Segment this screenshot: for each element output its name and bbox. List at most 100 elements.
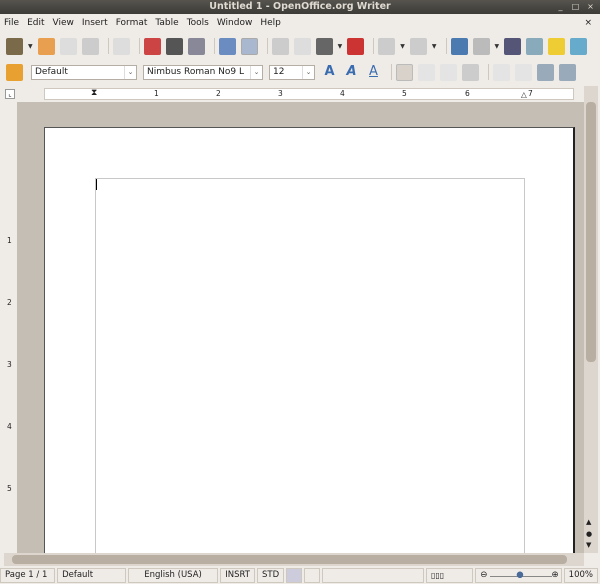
menu-view[interactable]: View xyxy=(53,18,74,28)
table-icon[interactable] xyxy=(472,37,490,55)
hyperlink-icon[interactable] xyxy=(450,37,468,55)
insert-mode[interactable]: INSRT xyxy=(220,568,255,583)
window-title: Untitled 1 - OpenOffice.org Writer xyxy=(209,1,391,12)
zoom-slider[interactable]: ⊖ ● ⊕ xyxy=(475,568,562,583)
maximize-button[interactable]: □ xyxy=(570,2,581,12)
tab-stop-selector[interactable]: ⌞ xyxy=(5,89,15,99)
digital-signature[interactable] xyxy=(304,568,320,583)
show-draw-functions-icon[interactable] xyxy=(504,37,522,55)
menu-table[interactable]: Table xyxy=(155,18,178,28)
menu-format[interactable]: Format xyxy=(116,18,148,28)
ruler-number: 7 xyxy=(528,89,533,98)
styles-formatting-icon[interactable] xyxy=(6,63,23,81)
language[interactable]: English (USA) xyxy=(127,568,219,583)
menu-edit[interactable]: Edit xyxy=(27,18,44,28)
justify-icon[interactable] xyxy=(462,63,479,81)
scrollbar-thumb[interactable] xyxy=(586,102,596,362)
document-modified-icon[interactable] xyxy=(286,568,302,583)
zoom-level[interactable]: 100% xyxy=(563,568,598,583)
right-indent-marker-icon[interactable]: △ xyxy=(521,90,527,99)
undo-dropdown-icon[interactable]: ▼ xyxy=(400,43,405,50)
view-layout-icon[interactable]: ▯▯▯ xyxy=(426,568,474,583)
object-info xyxy=(321,568,424,583)
separator xyxy=(373,38,375,54)
text-boundaries[interactable] xyxy=(95,178,525,553)
standard-toolbar: ▼ ▼ ▼ ▼ ▼ xyxy=(0,35,600,57)
navigation-icon[interactable]: ● xyxy=(586,530,592,538)
export-pdf-icon[interactable] xyxy=(143,37,161,55)
paragraph-style-combo[interactable]: Default ⌄ xyxy=(31,64,137,80)
print-icon[interactable] xyxy=(165,37,183,55)
status-bar: Page 1 / 1 Default English (USA) INSRT S… xyxy=(0,567,600,584)
ruler-number: 1 xyxy=(7,236,12,245)
page-indicator: Page 1 / 1 xyxy=(0,568,56,583)
horizontal-ruler[interactable]: 1 2 3 4 5 6 7 ⧗ △ xyxy=(44,88,574,100)
chevron-down-icon[interactable]: ⌄ xyxy=(250,65,262,79)
align-center-icon[interactable] xyxy=(418,63,435,81)
next-page-icon[interactable]: ▼ xyxy=(586,541,591,549)
italic-icon[interactable]: A xyxy=(343,64,360,81)
paragraph-style-value: Default xyxy=(35,67,68,77)
email-icon[interactable] xyxy=(81,37,99,55)
redo-icon[interactable] xyxy=(409,37,427,55)
save-icon[interactable] xyxy=(59,37,77,55)
menu-tools[interactable]: Tools xyxy=(187,18,209,28)
align-right-icon[interactable] xyxy=(440,63,457,81)
new-document-icon[interactable] xyxy=(6,37,23,55)
close-window-button[interactable]: × xyxy=(585,2,596,12)
previous-page-icon[interactable]: ▲ xyxy=(586,518,591,526)
undo-icon[interactable] xyxy=(378,37,396,55)
redo-dropdown-icon[interactable]: ▼ xyxy=(432,43,437,50)
clone-formatting-icon[interactable] xyxy=(347,37,365,55)
bold-icon[interactable]: A xyxy=(321,64,338,81)
vertical-ruler[interactable]: 1 2 3 4 5 xyxy=(4,102,16,553)
ruler-number: 5 xyxy=(402,89,407,98)
chevron-down-icon[interactable]: ⌄ xyxy=(124,65,136,79)
gallery-icon[interactable] xyxy=(570,37,588,55)
font-size-value: 12 xyxy=(273,67,285,77)
increase-indent-icon[interactable] xyxy=(559,63,576,81)
horizontal-scrollbar[interactable] xyxy=(4,553,584,566)
document-page[interactable] xyxy=(44,127,575,553)
ruler-number: 4 xyxy=(7,422,12,431)
table-dropdown-icon[interactable]: ▼ xyxy=(495,43,500,50)
menu-window[interactable]: Window xyxy=(217,18,253,28)
ruler-number: 6 xyxy=(465,89,470,98)
numbering-icon[interactable] xyxy=(493,63,510,81)
vertical-scrollbar[interactable]: ▲ ● ▼ xyxy=(584,86,598,553)
ruler-number: 3 xyxy=(278,89,283,98)
menu-help[interactable]: Help xyxy=(260,18,281,28)
spellcheck-icon[interactable] xyxy=(218,37,236,55)
indent-marker-icon[interactable]: ⧗ xyxy=(91,88,97,98)
ruler-number: 1 xyxy=(154,89,159,98)
menu-insert[interactable]: Insert xyxy=(82,18,108,28)
ruler-number: 4 xyxy=(340,89,345,98)
ruler-number: 2 xyxy=(216,89,221,98)
underline-icon[interactable]: A xyxy=(365,64,382,81)
menu-file[interactable]: File xyxy=(4,18,19,28)
cut-icon[interactable] xyxy=(271,37,289,55)
paste-icon[interactable] xyxy=(315,37,333,55)
new-dropdown-icon[interactable]: ▼ xyxy=(28,43,33,50)
find-replace-icon[interactable] xyxy=(526,37,544,55)
print-preview-icon[interactable] xyxy=(187,37,205,55)
align-left-icon[interactable] xyxy=(396,63,413,81)
paste-dropdown-icon[interactable]: ▼ xyxy=(338,43,343,50)
decrease-indent-icon[interactable] xyxy=(537,63,554,81)
minimize-button[interactable]: _ xyxy=(555,2,566,12)
scrollbar-thumb[interactable] xyxy=(12,555,567,564)
menu-bar: File Edit View Insert Format Table Tools… xyxy=(0,14,600,31)
close-document-button[interactable]: × xyxy=(584,18,592,28)
copy-icon[interactable] xyxy=(293,37,311,55)
font-name-combo[interactable]: Nimbus Roman No9 L ⌄ xyxy=(143,64,263,80)
font-size-combo[interactable]: 12 ⌄ xyxy=(269,64,315,80)
edit-file-icon[interactable] xyxy=(112,37,130,55)
separator xyxy=(488,64,489,80)
page-style[interactable]: Default xyxy=(57,568,126,583)
navigator-icon[interactable] xyxy=(548,37,566,55)
chevron-down-icon[interactable]: ⌄ xyxy=(302,65,314,79)
selection-mode[interactable]: STD xyxy=(256,568,285,583)
bullets-icon[interactable] xyxy=(515,63,532,81)
autospellcheck-icon[interactable] xyxy=(240,37,258,55)
open-icon[interactable] xyxy=(37,37,55,55)
